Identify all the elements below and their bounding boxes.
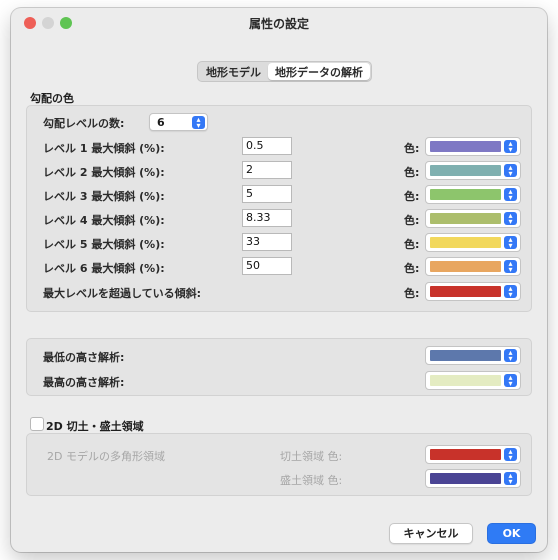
level-4-label: レベル 4 最大傾斜 (%): bbox=[43, 214, 165, 227]
cutfill-checkbox[interactable] bbox=[30, 417, 44, 431]
max-height-swatch bbox=[430, 375, 501, 386]
max-height-color-well[interactable]: ▴ ▾ bbox=[425, 371, 521, 390]
over-max-color-label: 色: bbox=[404, 287, 420, 300]
fill-color-label: 盛土領域 色: bbox=[280, 474, 343, 487]
level-count-popup[interactable]: 6 ▴ ▾ bbox=[149, 113, 208, 131]
level-2-swatch bbox=[430, 165, 501, 176]
tab-terrain-analysis[interactable]: 地形データの解析 bbox=[268, 63, 370, 80]
tab-terrain-model[interactable]: 地形モデル bbox=[199, 63, 268, 80]
level-3-color-label: 色: bbox=[404, 190, 420, 203]
over-max-color-well[interactable]: ▴ ▾ bbox=[425, 282, 521, 301]
level-3-label: レベル 3 最大傾斜 (%): bbox=[43, 190, 165, 203]
level-3-input[interactable]: 5 bbox=[242, 185, 292, 203]
level-6-swatch bbox=[430, 261, 501, 272]
level-2-input[interactable]: 2 bbox=[242, 161, 292, 179]
tab-control: 地形モデル 地形データの解析 bbox=[197, 61, 372, 82]
updown-chevron-icon: ▴ ▾ bbox=[504, 212, 517, 226]
slope-section-title: 勾配の色 bbox=[30, 92, 74, 105]
level-1-color-label: 色: bbox=[404, 142, 420, 155]
level-1-swatch bbox=[430, 141, 501, 152]
level-1-color-well[interactable]: ▴ ▾ bbox=[425, 137, 521, 156]
cutfill-checkbox-label: 2D 切土・盛土領域 bbox=[46, 420, 144, 433]
updown-chevron-icon: ▴ ▾ bbox=[192, 116, 205, 130]
updown-chevron-icon: ▴ ▾ bbox=[504, 285, 517, 299]
level-5-swatch bbox=[430, 237, 501, 248]
level-6-label: レベル 6 最大傾斜 (%): bbox=[43, 262, 165, 275]
cut-color-label: 切土領域 色: bbox=[280, 450, 343, 463]
updown-chevron-icon: ▴ ▾ bbox=[504, 349, 517, 363]
cancel-button[interactable]: キャンセル bbox=[389, 523, 473, 544]
fill-swatch bbox=[430, 473, 501, 484]
level-6-color-label: 色: bbox=[404, 262, 420, 275]
cut-swatch bbox=[430, 449, 501, 460]
cut-color-well[interactable]: ▴ ▾ bbox=[425, 445, 521, 464]
level-2-label: レベル 2 最大傾斜 (%): bbox=[43, 166, 165, 179]
updown-chevron-icon: ▴ ▾ bbox=[504, 188, 517, 202]
updown-chevron-icon: ▴ ▾ bbox=[504, 448, 517, 462]
updown-chevron-icon: ▴ ▾ bbox=[504, 374, 517, 388]
updown-chevron-icon: ▴ ▾ bbox=[504, 472, 517, 486]
over-max-label: 最大レベルを超過している傾斜: bbox=[43, 287, 202, 300]
level-1-label: レベル 1 最大傾斜 (%): bbox=[43, 142, 165, 155]
min-height-swatch bbox=[430, 350, 501, 361]
max-height-label: 最高の高さ解析: bbox=[43, 376, 125, 389]
slope-box: 勾配レベルの数: 6 ▴ ▾ レベル 1 最大傾斜 (%): 0.5 色: ▴ ▾ … bbox=[26, 105, 532, 312]
updown-chevron-icon: ▴ ▾ bbox=[504, 140, 517, 154]
cutfill-box: 2D モデルの多角形領域 切土領域 色: ▴ ▾ 盛土領域 色: ▴ ▾ bbox=[26, 433, 532, 496]
level-5-label: レベル 5 最大傾斜 (%): bbox=[43, 238, 165, 251]
level-5-input[interactable]: 33 bbox=[242, 233, 292, 251]
level-1-input[interactable]: 0.5 bbox=[242, 137, 292, 155]
settings-window: 属性の設定 地形モデル 地形データの解析 勾配の色 勾配レベルの数: 6 ▴ ▾ … bbox=[11, 8, 547, 552]
level-5-color-label: 色: bbox=[404, 238, 420, 251]
ok-button[interactable]: OK bbox=[487, 523, 536, 544]
fill-color-well[interactable]: ▴ ▾ bbox=[425, 469, 521, 488]
height-box: 最低の高さ解析: ▴ ▾ 最高の高さ解析: ▴ ▾ bbox=[26, 338, 532, 396]
polygon-area-label: 2D モデルの多角形領域 bbox=[47, 450, 165, 463]
updown-chevron-icon: ▴ ▾ bbox=[504, 260, 517, 274]
level-count-label: 勾配レベルの数: bbox=[43, 117, 125, 130]
level-4-swatch bbox=[430, 213, 501, 224]
updown-chevron-icon: ▴ ▾ bbox=[504, 236, 517, 250]
title-bar: 属性の設定 bbox=[11, 8, 547, 36]
level-6-input[interactable]: 50 bbox=[242, 257, 292, 275]
level-2-color-label: 色: bbox=[404, 166, 420, 179]
over-max-swatch bbox=[430, 286, 501, 297]
min-height-color-well[interactable]: ▴ ▾ bbox=[425, 346, 521, 365]
level-4-color-label: 色: bbox=[404, 214, 420, 227]
level-4-input[interactable]: 8.33 bbox=[242, 209, 292, 227]
level-3-color-well[interactable]: ▴ ▾ bbox=[425, 185, 521, 204]
level-4-color-well[interactable]: ▴ ▾ bbox=[425, 209, 521, 228]
min-height-label: 最低の高さ解析: bbox=[43, 351, 125, 364]
level-3-swatch bbox=[430, 189, 501, 200]
updown-chevron-icon: ▴ ▾ bbox=[504, 164, 517, 178]
level-count-value: 6 bbox=[157, 116, 165, 129]
level-5-color-well[interactable]: ▴ ▾ bbox=[425, 233, 521, 252]
window-title: 属性の設定 bbox=[248, 17, 309, 31]
level-6-color-well[interactable]: ▴ ▾ bbox=[425, 257, 521, 276]
level-2-color-well[interactable]: ▴ ▾ bbox=[425, 161, 521, 180]
